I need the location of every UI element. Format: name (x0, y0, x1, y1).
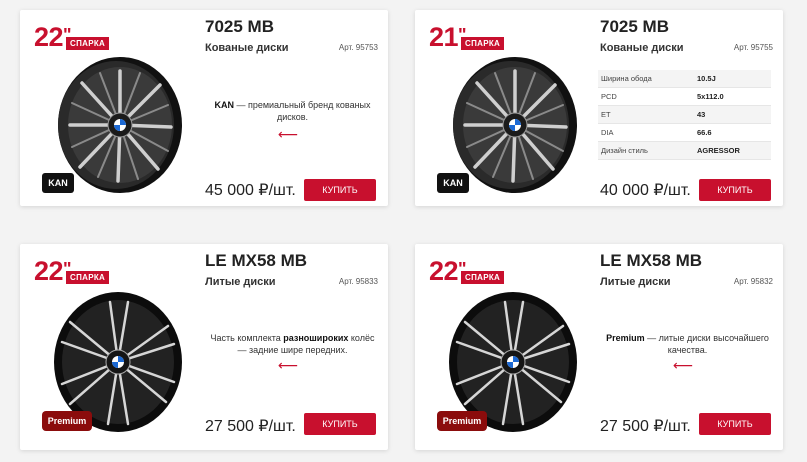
left-arrow-icon: ⟵ (673, 357, 694, 373)
article-number: Арт. 95832 (733, 277, 773, 286)
buy-button[interactable]: КУПИТЬ (699, 413, 771, 435)
left-arrow-icon: ⟵ (278, 126, 299, 142)
brand-badge: KAN (42, 173, 74, 193)
product-title[interactable]: 7025 MB (600, 17, 669, 37)
product-description: Premium — литые диски высочайшего качест… (606, 333, 769, 355)
price: 27 500 ₽/шт. (600, 418, 691, 435)
table-row: DIA 66.6 (598, 123, 771, 142)
price: 40 000 ₽/шт. (600, 182, 691, 199)
table-row: Дизайн стиль AGRESSOR (598, 141, 771, 160)
brand-badge: Premium (42, 411, 92, 431)
product-subtitle: Кованые диски (205, 42, 289, 54)
product-subtitle: Литые диски (205, 276, 276, 288)
article-number: Арт. 95753 (338, 43, 378, 52)
article-number: Арт. 95755 (733, 43, 773, 52)
product-description: Часть комплекта разноширокиx колёс — зад… (210, 333, 375, 355)
product-card: 22" СПАРКА Premium LE MX58 MB Литые диск… (20, 244, 388, 450)
product-card: 22" СПАРКА KAN 7025 MB Кованые диски Арт… (20, 10, 388, 206)
product-title[interactable]: LE MX58 MB (205, 251, 307, 271)
article-number: Арт. 95833 (338, 277, 378, 286)
sparka-badge: СПАРКА (66, 271, 110, 284)
brand-badge: Premium (437, 411, 487, 431)
table-row: ET 43 (598, 105, 771, 124)
product-subtitle: Кованые диски (600, 42, 684, 54)
brand-badge: KAN (437, 173, 469, 193)
product-subtitle: Литые диски (600, 276, 671, 288)
buy-button[interactable]: КУПИТЬ (304, 179, 376, 201)
product-title[interactable]: 7025 MB (205, 17, 274, 37)
table-row: Ширина обода 10.5J (598, 70, 771, 88)
price: 45 000 ₽/шт. (205, 182, 296, 199)
product-card: 21" СПАРКА KAN 7025 MB Кованые диски Арт… (415, 10, 783, 206)
buy-button[interactable]: КУПИТЬ (304, 413, 376, 435)
buy-button[interactable]: КУПИТЬ (699, 179, 771, 201)
table-row: PCD 5x112.0 (598, 87, 771, 106)
product-description: KAN — премиальный бренд кованых дисков. (214, 100, 371, 122)
sparka-badge: СПАРКА (461, 271, 505, 284)
specs-table: Ширина обода 10.5J PCD 5x112.0 ET 43 DIA 66.… (598, 70, 771, 160)
product-card: 22" СПАРКА Premium LE MX58 MB Литые диск… (415, 244, 783, 450)
left-arrow-icon: ⟵ (278, 357, 299, 373)
product-title[interactable]: LE MX58 MB (600, 251, 702, 271)
price: 27 500 ₽/шт. (205, 418, 296, 435)
